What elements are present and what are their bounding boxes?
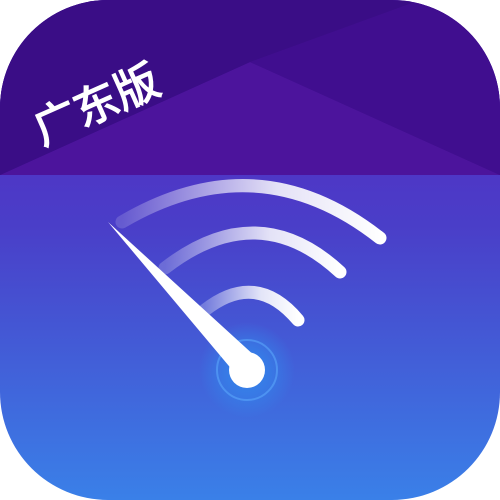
app-icon-graphic: 广东版 (0, 0, 500, 500)
app-icon[interactable]: 广东版 (0, 0, 500, 500)
needle-pivot (229, 352, 265, 388)
